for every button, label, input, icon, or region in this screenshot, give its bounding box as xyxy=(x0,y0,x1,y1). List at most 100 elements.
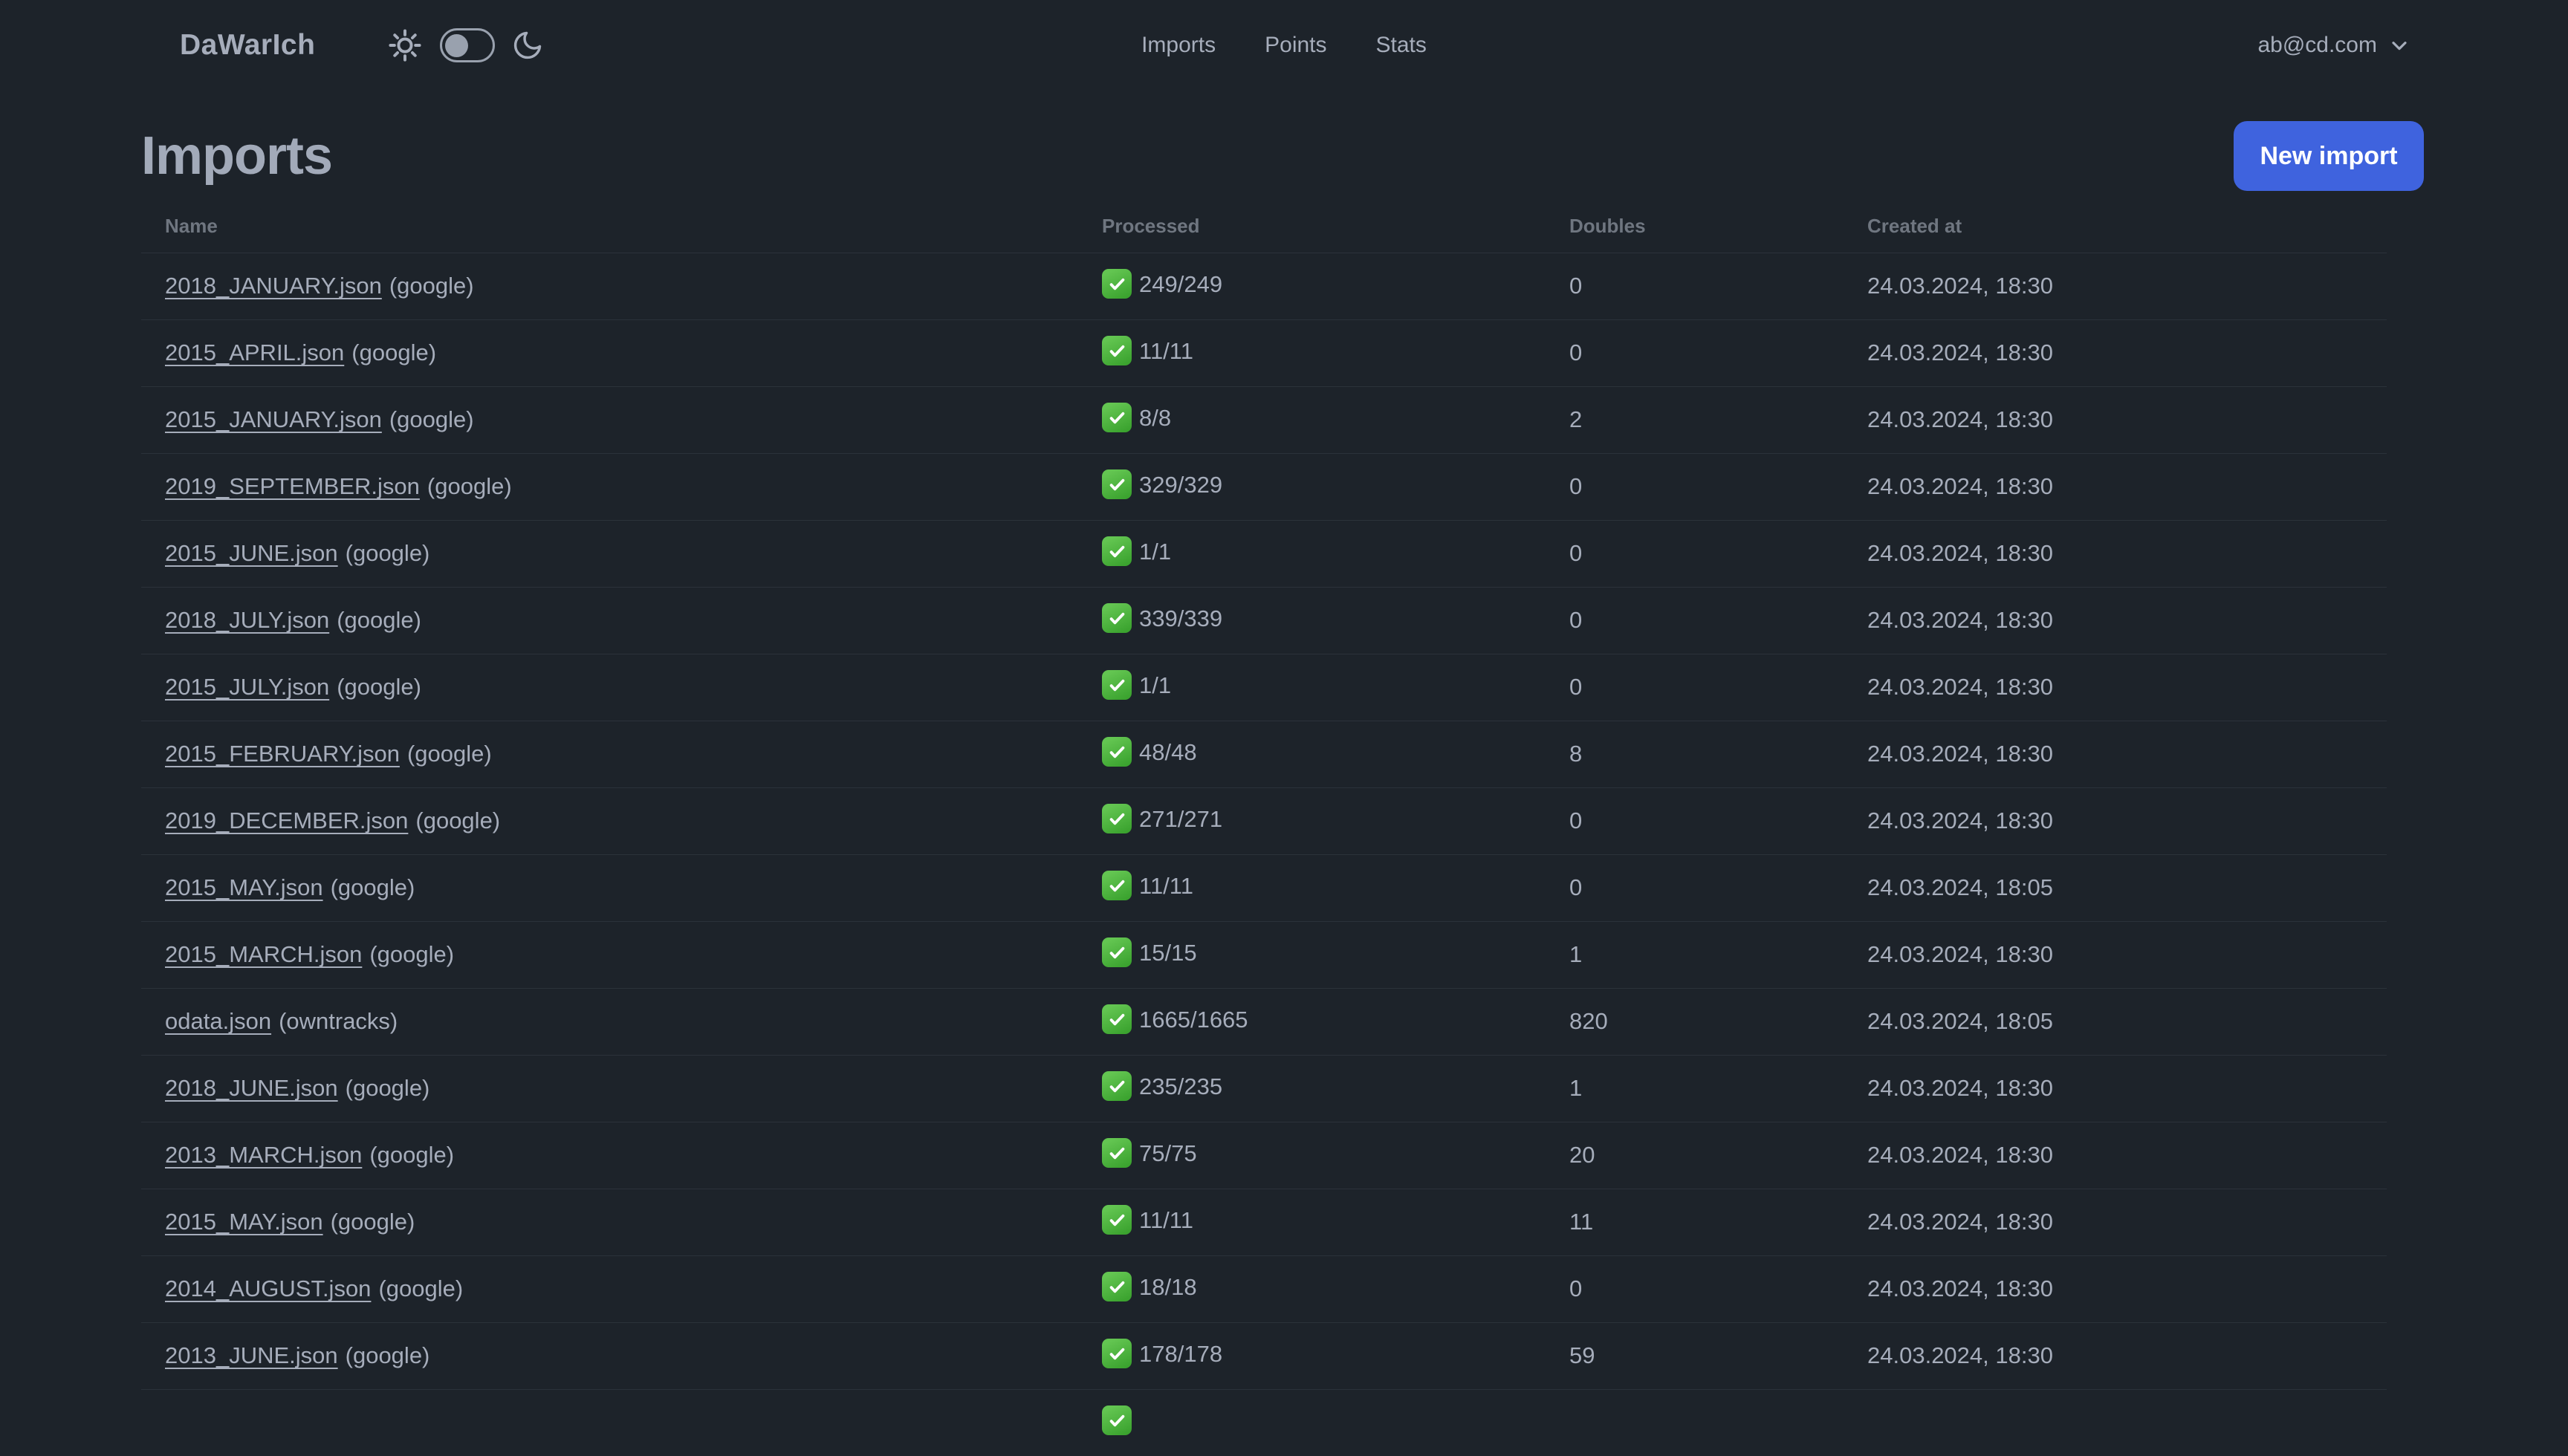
processed-cell: 339/339 xyxy=(1102,586,1569,654)
doubles-cell: 0 xyxy=(1569,653,1867,721)
user-email: ab@cd.com xyxy=(2257,33,2377,57)
processed-cell: 11/11 xyxy=(1102,854,1569,921)
import-file-link[interactable]: 2013_MARCH.json xyxy=(165,1142,362,1168)
column-header-processed: Processed xyxy=(1102,215,1200,238)
name-cell: 2019_SEPTEMBER.json (google) xyxy=(141,452,1102,520)
doubles-cell: 1 xyxy=(1569,920,1867,988)
import-file-link[interactable]: 2015_MARCH.json xyxy=(165,941,362,967)
import-file-link[interactable]: 2015_MAY.json xyxy=(165,874,323,900)
processed-count: 329/329 xyxy=(1139,472,1223,498)
nav-link-imports[interactable]: Imports xyxy=(1141,33,1216,58)
import-source-label: (google) xyxy=(378,1275,464,1301)
import-file-link[interactable]: 2015_FEBRUARY.json xyxy=(165,741,400,767)
import-file-link[interactable]: 2015_JANUARY.json xyxy=(165,406,382,432)
created-at-cell: 24.03.2024, 18:30 xyxy=(1867,519,2387,587)
import-file-link[interactable]: 2015_JULY.json xyxy=(165,674,329,700)
doubles-cell: 2 xyxy=(1569,386,1867,453)
created-at-cell xyxy=(1867,1388,2387,1456)
processed-cell: 249/249 xyxy=(1102,252,1569,319)
brand-logo[interactable]: DaWarIch xyxy=(180,29,315,62)
doubles-cell xyxy=(1569,1388,1867,1456)
processed-cell: 11/11 xyxy=(1102,319,1569,386)
import-file-link[interactable]: 2015_MAY.json xyxy=(165,1209,323,1235)
name-cell: odata.json (owntracks) xyxy=(141,987,1102,1055)
doubles-cell: 0 xyxy=(1569,452,1867,520)
created-at-cell: 24.03.2024, 18:30 xyxy=(1867,319,2387,386)
new-import-button[interactable]: New import xyxy=(2234,121,2424,191)
nav-link-stats[interactable]: Stats xyxy=(1376,33,1427,58)
green-check-icon xyxy=(1102,937,1132,967)
name-cell: 2015_MARCH.json (google) xyxy=(141,920,1102,988)
doubles-cell: 0 xyxy=(1569,1255,1867,1322)
doubles-cell: 20 xyxy=(1569,1121,1867,1189)
user-menu[interactable]: ab@cd.com xyxy=(2257,33,2411,58)
created-at-cell: 24.03.2024, 18:05 xyxy=(1867,987,2387,1055)
created-at-cell: 24.03.2024, 18:05 xyxy=(1867,854,2387,921)
table-row-partial xyxy=(141,1388,2387,1456)
name-cell: 2015_MAY.json (google) xyxy=(141,1188,1102,1255)
name-cell: 2015_FEBRUARY.json (google) xyxy=(141,720,1102,787)
green-check-icon xyxy=(1102,603,1132,633)
processed-count: 11/11 xyxy=(1139,873,1193,900)
green-check-icon xyxy=(1102,536,1132,566)
theme-toggle-switch[interactable] xyxy=(440,28,496,62)
doubles-cell: 0 xyxy=(1569,519,1867,587)
theme-toggle[interactable] xyxy=(386,27,544,64)
doubles-cell: 820 xyxy=(1569,987,1867,1055)
import-file-link[interactable]: 2018_JANUARY.json xyxy=(165,273,382,299)
processed-count: 11/11 xyxy=(1139,1207,1193,1234)
table-row: 2019_SEPTEMBER.json (google) 329/329 0 24… xyxy=(141,452,2387,520)
import-file-link[interactable]: 2018_JUNE.json xyxy=(165,1075,338,1101)
nav-links: Imports Points Stats xyxy=(1141,0,1427,91)
import-source-label: (google) xyxy=(330,1209,415,1235)
import-file-link[interactable]: 2013_JUNE.json xyxy=(165,1342,338,1368)
import-file-link[interactable]: 2015_JUNE.json xyxy=(165,540,338,566)
green-check-icon xyxy=(1102,871,1132,900)
processed-count: 75/75 xyxy=(1139,1140,1197,1167)
import-source-label: (google) xyxy=(406,741,492,767)
processed-cell xyxy=(1102,1388,1569,1456)
import-file-link[interactable]: 2019_DECEMBER.json xyxy=(165,807,408,833)
created-at-cell: 24.03.2024, 18:30 xyxy=(1867,1322,2387,1389)
processed-cell: 271/271 xyxy=(1102,787,1569,854)
green-check-icon xyxy=(1102,1405,1132,1436)
import-file-link[interactable]: 2018_JULY.json xyxy=(165,607,329,633)
created-at-cell: 24.03.2024, 18:30 xyxy=(1867,1255,2387,1322)
name-cell: 2013_JUNE.json (google) xyxy=(141,1322,1102,1389)
processed-cell: 329/329 xyxy=(1102,452,1569,520)
import-file-link[interactable]: 2015_APRIL.json xyxy=(165,339,344,365)
name-cell: 2018_JANUARY.json (google) xyxy=(141,252,1102,319)
table-row: 2018_JANUARY.json (google) 249/249 0 24.0… xyxy=(141,252,2387,319)
import-source-label: (google) xyxy=(369,1142,455,1168)
name-cell: 2019_DECEMBER.json (google) xyxy=(141,787,1102,854)
processed-count: 1665/1665 xyxy=(1139,1007,1248,1033)
processed-cell: 11/11 xyxy=(1102,1188,1569,1255)
table-row: 2013_JUNE.json (google) 178/178 59 24.03.… xyxy=(141,1322,2387,1389)
name-cell: 2015_JANUARY.json (google) xyxy=(141,386,1102,453)
green-check-icon xyxy=(1102,1205,1132,1235)
processed-count: 249/249 xyxy=(1139,271,1223,298)
processed-count: 271/271 xyxy=(1139,806,1223,833)
imports-table: Name Processed Doubles Created at 2018_J… xyxy=(141,201,2387,1456)
nav-link-points[interactable]: Points xyxy=(1265,33,1326,58)
processed-count: 8/8 xyxy=(1139,405,1172,432)
processed-count: 1/1 xyxy=(1139,539,1172,565)
green-check-icon xyxy=(1102,1071,1132,1101)
doubles-cell: 59 xyxy=(1569,1322,1867,1389)
theme-toggle-knob xyxy=(445,33,469,57)
processed-count: 339/339 xyxy=(1139,605,1223,632)
import-file-link[interactable]: 2019_SEPTEMBER.json xyxy=(165,473,420,499)
table-row: 2015_FEBRUARY.json (google) 48/48 8 24.03… xyxy=(141,720,2387,787)
import-source-label: (google) xyxy=(345,540,430,566)
created-at-cell: 24.03.2024, 18:30 xyxy=(1867,1054,2387,1122)
processed-count: 48/48 xyxy=(1139,739,1197,766)
created-at-cell: 24.03.2024, 18:30 xyxy=(1867,920,2387,988)
processed-cell: 1/1 xyxy=(1102,519,1569,587)
import-source-label: (google) xyxy=(345,1342,430,1368)
processed-cell: 18/18 xyxy=(1102,1255,1569,1322)
import-file-link[interactable]: 2014_AUGUST.json xyxy=(165,1275,371,1301)
green-check-icon xyxy=(1102,469,1132,499)
column-header-doubles: Doubles xyxy=(1569,215,1646,238)
import-file-link[interactable]: odata.json xyxy=(165,1008,271,1034)
created-at-cell: 24.03.2024, 18:30 xyxy=(1867,586,2387,654)
